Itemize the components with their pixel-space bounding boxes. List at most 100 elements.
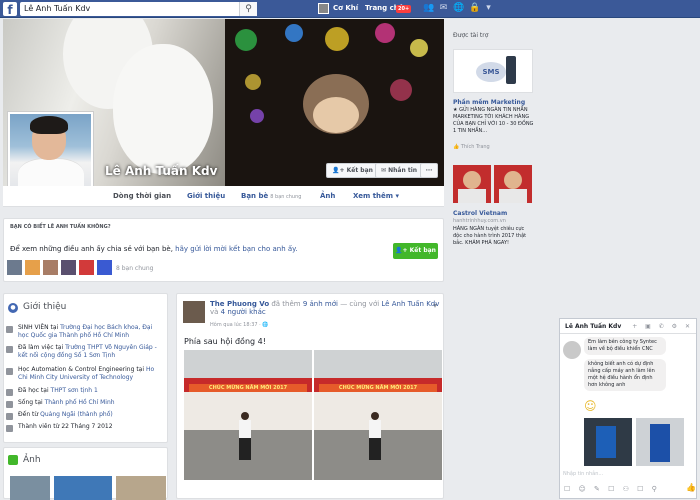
- clock-icon: [6, 425, 13, 432]
- ad1-text[interactable]: ★ GỬI HÀNG NGÀN TIN NHẮN MARKETING TỚI K…: [453, 107, 535, 135]
- chat-toolbar-icons[interactable]: ☐ ☺ ✎ ☐ ⚇ ☐ ⚲: [564, 485, 660, 493]
- tab-about[interactable]: Giới thiệu: [187, 186, 225, 207]
- ad1-title[interactable]: Phần mềm Marketing: [453, 99, 525, 106]
- add-friend-label: Kết bạn: [346, 167, 373, 174]
- privacy-shortcuts-icon[interactable]: 🔒: [469, 3, 480, 14]
- chat-header[interactable]: Lê Anh Tuấn Kdv + ▣ ✆ ⚙ ✕: [560, 319, 696, 334]
- intro-item-link[interactable]: Thành phố Hồ Chí Minh: [45, 399, 115, 406]
- intro-item-link[interactable]: Quảng Ngãi (thành phố): [40, 411, 113, 418]
- mutual-friend-avatar[interactable]: [97, 260, 112, 275]
- intro-item-study: SINH VIÊN tại Trường Đại học Bách khoa, …: [18, 324, 158, 340]
- chat-input[interactable]: Nhập tin nhắn...: [563, 471, 603, 477]
- bokeh-light: [285, 24, 303, 42]
- mutual-friend-thumbs: [7, 260, 112, 275]
- intro-item-highschool: Đã học tại THPT sơn tịnh 1: [18, 387, 158, 395]
- intro-title: Giới thiệu: [23, 302, 67, 312]
- photo-thumb[interactable]: [54, 476, 112, 500]
- chat-title[interactable]: Lê Anh Tuấn Kdv: [565, 323, 621, 330]
- mutual-friend-avatar[interactable]: [7, 260, 22, 275]
- photos-title: Ảnh: [23, 455, 41, 465]
- mutual-friend-avatar[interactable]: [61, 260, 76, 275]
- tab-more[interactable]: Xem thêm ▾: [353, 186, 399, 207]
- ad2-domain[interactable]: hanhtrinhhuy.com.vn: [453, 218, 506, 224]
- account-menu-icon[interactable]: ▾: [483, 3, 494, 14]
- chat-photo[interactable]: [584, 418, 632, 466]
- user-name-link[interactable]: Cơ Khí: [333, 4, 358, 12]
- ad2-title[interactable]: Castrol Vietnam: [453, 210, 507, 217]
- suggest-text: Để xem những điều anh ấy chia sẻ với bạn…: [10, 245, 298, 253]
- notifications-icon[interactable]: 🌐: [453, 3, 464, 14]
- cat-image-shape: [113, 44, 213, 174]
- photo-person: [239, 412, 251, 460]
- briefcase-icon: [6, 346, 13, 353]
- post-tag-link[interactable]: Lê Anh Tuấn Kdv: [381, 300, 439, 308]
- bokeh-light: [325, 27, 349, 51]
- profile-image: [10, 114, 91, 195]
- intro-item-prefix: Học Automation & Control Engineering tại: [18, 366, 146, 373]
- intro-item-major: Học Automation & Control Engineering tại…: [18, 366, 158, 382]
- add-friend-icon: 👤+: [395, 247, 410, 254]
- intro-item-prefix: Sống tại: [18, 399, 45, 406]
- mutual-friend-avatar[interactable]: [25, 260, 40, 275]
- cover-right-image: [225, 19, 444, 186]
- like-icon: 👍: [453, 144, 461, 150]
- home-badge: 20+: [396, 5, 412, 13]
- ad2-image-right[interactable]: [494, 165, 532, 203]
- intro-item-prefix: Đến từ: [18, 411, 41, 418]
- profile-name[interactable]: Lê Anh Tuấn Kdv: [105, 164, 217, 178]
- tab-more-label: Xem thêm: [353, 192, 394, 200]
- tab-photos[interactable]: Ảnh: [320, 186, 335, 207]
- post-author[interactable]: The Phuong Vo: [210, 300, 269, 308]
- intro-item-lives: Sống tại Thành phố Hồ Chí Minh: [18, 399, 158, 407]
- intro-item-link[interactable]: THPT sơn tịnh 1: [51, 387, 98, 394]
- bokeh-light: [250, 109, 264, 123]
- post-photo[interactable]: CHÚC MỪNG NĂM MỚI 2017: [314, 350, 442, 480]
- chat-message: không biết anh có dự định nắng cấp máy a…: [584, 359, 666, 391]
- suggest-text-prefix: Để xem những điều anh ấy chia sẻ với bạn…: [10, 245, 176, 253]
- tab-friends[interactable]: Bạn bè 8 bạn chung: [241, 186, 301, 207]
- more-options-button[interactable]: ···: [420, 163, 438, 178]
- friend-requests-icon[interactable]: 👥: [423, 3, 434, 14]
- chat-message: Em làm bên công ty Syntec làm về bộ điều…: [584, 337, 666, 355]
- photo-banner-text: CHÚC MỪNG NĂM MỚI 2017: [319, 384, 437, 392]
- photo-thumb[interactable]: [10, 476, 50, 500]
- post-author-avatar[interactable]: [183, 301, 205, 323]
- ad2-image-left[interactable]: [453, 165, 491, 203]
- post-timestamp[interactable]: Hôm qua lúc 18:37 · 🌐: [210, 322, 269, 328]
- ad2-text[interactable]: HÀNG NGÀN tuyệt chiêu cực độc cho hành t…: [453, 226, 533, 247]
- intro-item-from: Đến từ Quảng Ngãi (thành phố): [18, 411, 158, 419]
- add-friend-button[interactable]: 👤+ Kết bạn: [326, 163, 379, 178]
- intro-item-work: Đã làm việc tại Trường THPT Võ Nguyên Gi…: [18, 344, 158, 360]
- search-value[interactable]: Lê Anh Tuấn Kdv: [24, 4, 90, 13]
- message-button[interactable]: ✉ Nhắn tin: [375, 163, 424, 178]
- tab-timeline[interactable]: Dòng thời gian: [113, 186, 171, 207]
- post-others-link[interactable]: 4 người khác: [221, 308, 266, 316]
- photo-building: [184, 350, 312, 378]
- globe-icon: ●: [8, 303, 18, 313]
- chat-header-icons[interactable]: + ▣ ✆ ⚙ ✕: [632, 323, 693, 330]
- chat-photo[interactable]: [636, 418, 684, 466]
- mutual-friends-count[interactable]: 8 bạn chung: [116, 265, 153, 272]
- facebook-logo[interactable]: f: [3, 2, 17, 17]
- location-pin-icon: [6, 413, 13, 420]
- ad1-like-link[interactable]: 👍 Thích Trang: [453, 144, 490, 150]
- photos-icon: [8, 455, 18, 465]
- user-avatar[interactable]: [318, 3, 329, 14]
- photo-thumb[interactable]: [116, 476, 166, 500]
- profile-picture[interactable]: [7, 111, 94, 198]
- like-icon[interactable]: 👍: [686, 483, 696, 492]
- mutual-friend-avatar[interactable]: [79, 260, 94, 275]
- messages-icon[interactable]: ✉: [438, 3, 449, 14]
- intro-item-prefix: Đã học tại: [18, 387, 51, 394]
- mutual-friend-avatar[interactable]: [43, 260, 58, 275]
- sponsored-heading: Được tài trợ: [453, 32, 489, 39]
- post-photos-link[interactable]: 9 ảnh mới: [303, 300, 338, 308]
- post-header: The Phuong Vo đã thêm 9 ảnh mới — cùng v…: [210, 300, 440, 316]
- intro-item-member-since: Thành viên từ 22 Tháng 7 2012: [18, 423, 113, 430]
- post-photo[interactable]: CHÚC MỪNG NĂM MỚI 2017: [184, 350, 312, 480]
- send-request-link[interactable]: hãy gửi lời mời kết bạn cho anh ấy.: [175, 245, 297, 253]
- search-input[interactable]: Lê Anh Tuấn Kdv ⚲: [20, 2, 257, 16]
- suggest-add-friend-button[interactable]: 👤+ Kết bạn: [393, 243, 438, 259]
- ad1-image[interactable]: SMS: [453, 49, 533, 93]
- search-icon[interactable]: ⚲: [239, 2, 257, 16]
